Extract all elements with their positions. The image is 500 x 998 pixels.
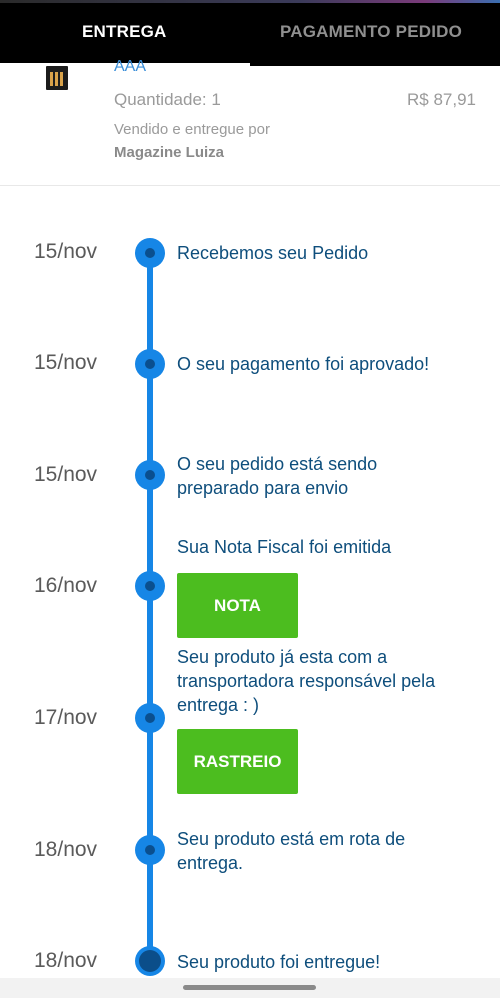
store-name: Magazine Luiza (114, 144, 225, 161)
tab-pagamento-pedido[interactable]: PAGAMENTO PEDIDO (280, 22, 462, 42)
timeline-event-text: Recebemos seu Pedido (177, 243, 369, 263)
timeline-node (135, 460, 165, 490)
rastreio-button[interactable]: RASTREIO (177, 729, 298, 794)
timeline-node (135, 835, 165, 865)
timeline-date: 17/nov (34, 706, 98, 729)
timeline-event-text: Sua Nota Fiscal foi emitida (177, 537, 392, 557)
timeline-event-text: Seu produto está em rota de entrega. (177, 829, 406, 873)
product-card: AAA Quantidade: 1 R$ 87,91 Vendido e ent… (0, 58, 500, 186)
timeline-node (135, 571, 165, 601)
timeline-event-text: O seu pedido está sendo preparado para e… (177, 454, 378, 498)
timeline-node (135, 703, 165, 733)
nota-button[interactable]: NOTA (177, 573, 298, 638)
product-thumbnail[interactable] (46, 66, 68, 90)
tab-entrega[interactable]: ENTREGA (82, 22, 167, 42)
product-price: R$ 87,91 (407, 90, 476, 109)
timeline-node (135, 349, 165, 379)
home-gesture-handle[interactable] (183, 985, 316, 990)
top-tab-bar: ENTREGA PAGAMENTO PEDIDO (0, 0, 500, 66)
timeline-date: 15/nov (34, 351, 98, 374)
timeline-date: 15/nov (34, 463, 98, 486)
timeline-event-text: O seu pagamento foi aprovado! (177, 354, 430, 374)
timeline-date: 18/nov (34, 838, 98, 861)
timeline-event-text: Seu produto foi entregue! (177, 952, 381, 972)
timeline-date: 18/nov (34, 949, 98, 972)
timeline-date: 16/nov (34, 574, 98, 597)
timeline-node-final (135, 946, 165, 976)
timeline-event-text: Seu produto já esta com a transportadora… (177, 647, 436, 715)
sold-by-label: Vendido e entregue por (114, 121, 270, 138)
timeline-node (135, 238, 165, 268)
product-name[interactable]: AAA (114, 58, 146, 76)
timeline-date: 15/nov (34, 240, 98, 263)
product-quantity: Quantidade: 1 (114, 90, 221, 109)
status-bar-stripe (0, 0, 500, 3)
